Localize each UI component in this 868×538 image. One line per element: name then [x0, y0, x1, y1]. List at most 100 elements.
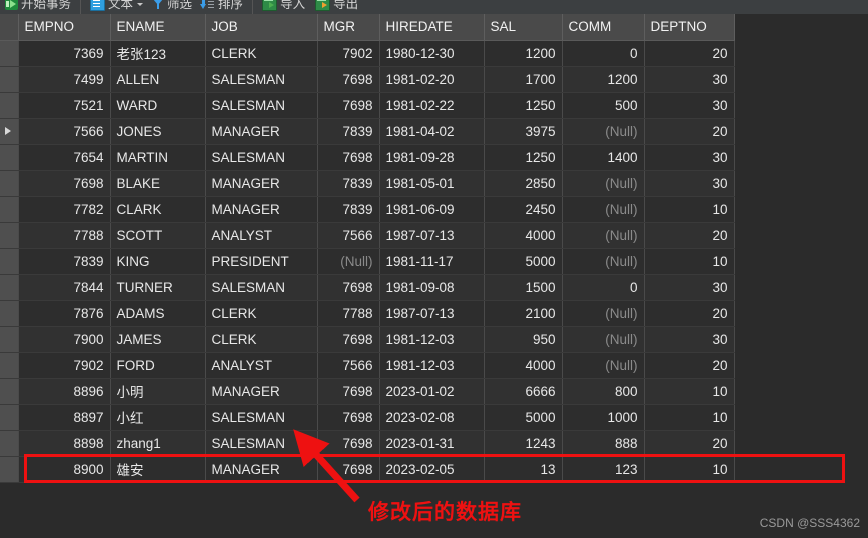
column-header-hiredate[interactable]: HIREDATE	[379, 14, 485, 41]
cell-job[interactable]: SALESMAN	[205, 274, 318, 301]
cell-mgr[interactable]: 7839	[317, 118, 380, 145]
cell-sal[interactable]: 4000	[484, 222, 563, 249]
cell-job[interactable]: MANAGER	[205, 456, 318, 483]
cell-ename[interactable]: TURNER	[110, 274, 206, 301]
cell-empno[interactable]: 8900	[18, 456, 111, 483]
cell-deptno[interactable]: 30	[644, 326, 735, 353]
cell-sal[interactable]: 1700	[484, 66, 563, 93]
cell-empno[interactable]: 8897	[18, 404, 111, 431]
cell-ename[interactable]: ADAMS	[110, 300, 206, 327]
cell-empno[interactable]: 7788	[18, 222, 111, 249]
cell-comm[interactable]: (Null)	[562, 118, 645, 145]
cell-comm[interactable]: 888	[562, 430, 645, 457]
cell-empno[interactable]: 7566	[18, 118, 111, 145]
cell-ename[interactable]: MARTIN	[110, 144, 206, 171]
cell-mgr[interactable]: 7698	[317, 274, 380, 301]
cell-sal[interactable]: 3975	[484, 118, 563, 145]
cell-comm[interactable]: (Null)	[562, 248, 645, 275]
cell-mgr[interactable]: 7698	[317, 404, 380, 431]
cell-hiredate[interactable]: 1981-02-22	[379, 92, 485, 119]
row-gutter[interactable]	[0, 40, 19, 67]
cell-empno[interactable]: 7782	[18, 196, 111, 223]
cell-deptno[interactable]: 20	[644, 40, 735, 67]
cell-sal[interactable]: 1250	[484, 92, 563, 119]
cell-hiredate[interactable]: 2023-02-05	[379, 456, 485, 483]
cell-mgr[interactable]: 7698	[317, 378, 380, 405]
cell-sal[interactable]: 5000	[484, 404, 563, 431]
data-grid[interactable]: EMPNO ENAME JOB MGR HIREDATE SAL COMM DE…	[0, 14, 868, 538]
table-row[interactable]: 7654 MARTIN SALESMAN 7698 1981-09-28 1250 1400…	[0, 144, 735, 171]
table-row[interactable]: 7844 TURNER SALESMAN 7698 1981-09-08 1500 0 30	[0, 274, 735, 301]
cell-deptno[interactable]: 10	[644, 196, 735, 223]
cell-mgr[interactable]: 7566	[317, 222, 380, 249]
cell-job[interactable]: PRESIDENT	[205, 248, 318, 275]
chevron-down-icon[interactable]	[137, 2, 144, 6]
row-gutter[interactable]	[0, 144, 19, 171]
cell-mgr[interactable]: 7698	[317, 456, 380, 483]
cell-sal[interactable]: 1500	[484, 274, 563, 301]
cell-mgr[interactable]: 7788	[317, 300, 380, 327]
cell-hiredate[interactable]: 1981-11-17	[379, 248, 485, 275]
cell-hiredate[interactable]: 1981-12-03	[379, 326, 485, 353]
cell-ename[interactable]: 小红	[110, 404, 206, 431]
column-header-sal[interactable]: SAL	[484, 14, 563, 41]
cell-empno[interactable]: 7521	[18, 92, 111, 119]
row-gutter[interactable]	[0, 300, 19, 327]
table-row[interactable]: 7876 ADAMS CLERK 7788 1987-07-13 2100 (Null) 20	[0, 300, 735, 327]
cell-mgr[interactable]: 7698	[317, 92, 380, 119]
cell-ename[interactable]: JONES	[110, 118, 206, 145]
cell-hiredate[interactable]: 1987-07-13	[379, 300, 485, 327]
cell-comm[interactable]: 800	[562, 378, 645, 405]
table-row[interactable]: 7782 CLARK MANAGER 7839 1981-06-09 2450 (Null)…	[0, 196, 735, 223]
toolbar-button-filter[interactable]: 筛选	[148, 0, 197, 11]
column-header-ename[interactable]: ENAME	[110, 14, 206, 41]
cell-sal[interactable]: 1250	[484, 144, 563, 171]
cell-ename[interactable]: 小明	[110, 378, 206, 405]
row-gutter[interactable]	[0, 430, 19, 457]
cell-ename[interactable]: WARD	[110, 92, 206, 119]
table-row[interactable]: 7839 KING PRESIDENT (Null) 1981-11-17 5000 (Nu…	[0, 248, 735, 275]
table-row[interactable]: 8896 小明 MANAGER 7698 2023-01-02 6666 800 10	[0, 378, 735, 405]
cell-job[interactable]: MANAGER	[205, 118, 318, 145]
column-header-comm[interactable]: COMM	[562, 14, 645, 41]
cell-job[interactable]: ANALYST	[205, 222, 318, 249]
table-row[interactable]: 7499 ALLEN SALESMAN 7698 1981-02-20 1700 1200 3…	[0, 66, 735, 93]
cell-mgr[interactable]: 7698	[317, 144, 380, 171]
cell-hiredate[interactable]: 1980-12-30	[379, 40, 485, 67]
cell-empno[interactable]: 7902	[18, 352, 111, 379]
cell-deptno[interactable]: 20	[644, 118, 735, 145]
cell-job[interactable]: SALESMAN	[205, 404, 318, 431]
cell-empno[interactable]: 7844	[18, 274, 111, 301]
cell-job[interactable]: SALESMAN	[205, 66, 318, 93]
table-row[interactable]: 7900 JAMES CLERK 7698 1981-12-03 950 (Null) 30	[0, 326, 735, 353]
table-row[interactable]: 8900 雄安 MANAGER 7698 2023-02-05 13 123 10	[0, 456, 735, 483]
cell-comm[interactable]: 0	[562, 274, 645, 301]
column-header-deptno[interactable]: DEPTNO	[644, 14, 735, 41]
table-row[interactable]: 8898 zhang1 SALESMAN 7698 2023-01-31 1243 888 2…	[0, 430, 735, 457]
cell-mgr[interactable]: 7902	[317, 40, 380, 67]
cell-hiredate[interactable]: 1981-09-08	[379, 274, 485, 301]
cell-deptno[interactable]: 20	[644, 352, 735, 379]
cell-ename[interactable]: CLARK	[110, 196, 206, 223]
cell-deptno[interactable]: 20	[644, 430, 735, 457]
cell-job[interactable]: SALESMAN	[205, 430, 318, 457]
toolbar-button-begin-transaction[interactable]: 开始事务	[0, 0, 76, 11]
table-row[interactable]: 7369 老张123 CLERK 7902 1980-12-30 1200 0 20	[0, 40, 735, 67]
cell-deptno[interactable]: 30	[644, 92, 735, 119]
cell-mgr[interactable]: 7698	[317, 430, 380, 457]
cell-hiredate[interactable]: 1981-02-20	[379, 66, 485, 93]
cell-ename[interactable]: ALLEN	[110, 66, 206, 93]
cell-comm[interactable]: 1000	[562, 404, 645, 431]
cell-hiredate[interactable]: 1981-05-01	[379, 170, 485, 197]
cell-sal[interactable]: 2850	[484, 170, 563, 197]
cell-sal[interactable]: 2100	[484, 300, 563, 327]
cell-deptno[interactable]: 30	[644, 274, 735, 301]
row-gutter[interactable]	[0, 404, 19, 431]
row-gutter[interactable]	[0, 248, 19, 275]
cell-mgr[interactable]: 7839	[317, 170, 380, 197]
cell-deptno[interactable]: 30	[644, 170, 735, 197]
cell-job[interactable]: MANAGER	[205, 196, 318, 223]
row-gutter[interactable]	[0, 66, 19, 93]
cell-mgr[interactable]: 7566	[317, 352, 380, 379]
cell-hiredate[interactable]: 1981-04-02	[379, 118, 485, 145]
